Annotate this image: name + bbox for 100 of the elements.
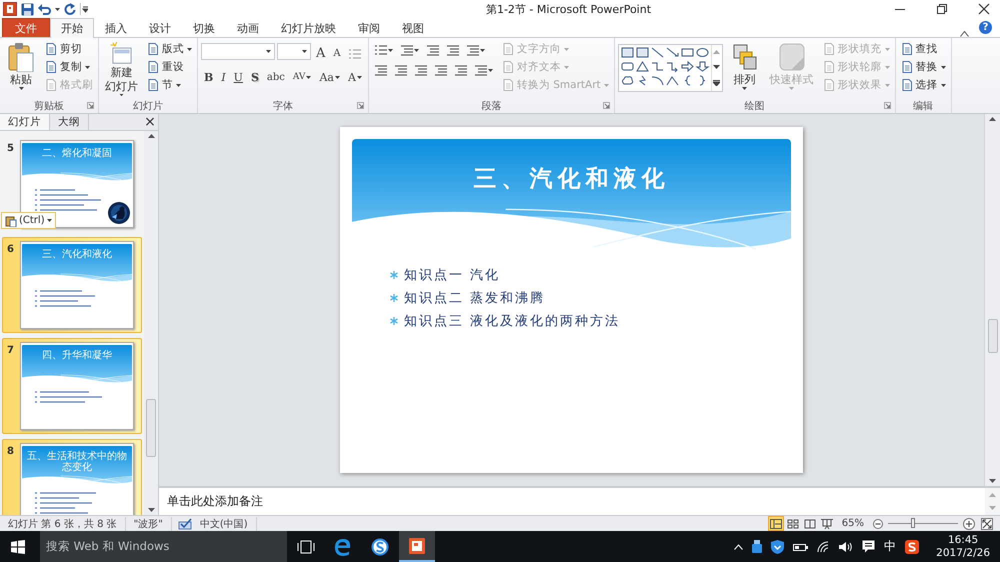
format-button[interactable]: Aa [316, 68, 343, 86]
slide-title: 三、汽化和液化 [42, 249, 112, 260]
input-method-indicator[interactable]: 中 [884, 538, 896, 555]
lines-icon [374, 44, 387, 56]
scroll-down-icon[interactable] [713, 64, 720, 69]
format-button[interactable]: B [201, 68, 216, 86]
asterisk-bullet-icon [390, 317, 398, 325]
ribbon-button[interactable]: 替换 [898, 59, 948, 75]
ribbon-button[interactable]: 剪切 [43, 41, 84, 57]
close-button[interactable]: × [142, 114, 158, 130]
format-button[interactable]: I [218, 68, 229, 86]
clock[interactable]: 16:45 2017/2/26 [936, 534, 990, 560]
caret-icon [55, 8, 60, 10]
bullet-text: 知识点二 蒸发和沸腾 [404, 290, 546, 307]
panel-tab[interactable]: 大纲 [50, 114, 89, 130]
ribbon-button[interactable]: 新建 幻灯片 [102, 41, 141, 97]
zoom-in-icon[interactable] [963, 518, 975, 530]
font-field[interactable] [201, 43, 275, 60]
slide-thumbnail-frame[interactable]: 6 三、汽化和液化 [2, 237, 142, 333]
battery-icon[interactable] [793, 542, 808, 552]
lines-icon [446, 44, 459, 56]
scroll-up-icon[interactable] [148, 134, 154, 138]
dialog-launcher-icon[interactable] [602, 102, 610, 109]
help-button[interactable]: ? [979, 21, 992, 34]
ribbon-button[interactable]: 排列 [726, 41, 763, 97]
usb-drive-icon[interactable] [752, 540, 762, 553]
redo-icon[interactable] [64, 3, 76, 15]
more-icon[interactable] [713, 80, 720, 86]
format-button[interactable]: A [330, 44, 344, 62]
document-icon [45, 79, 57, 91]
shield-icon[interactable] [771, 540, 784, 554]
ribbon-button[interactable]: 节 [145, 77, 183, 93]
undo-icon[interactable] [38, 3, 51, 15]
document-icon [822, 79, 835, 91]
windows-start-icon[interactable] [11, 540, 25, 554]
app-logo-icon[interactable] [3, 2, 17, 16]
bullet-text: 知识点三 液化及液化的两种方法 [404, 313, 620, 330]
ribbon-tab[interactable]: 插入 [94, 18, 138, 37]
document-icon [45, 43, 57, 55]
notification-icon[interactable] [862, 540, 876, 553]
restore-icon[interactable] [936, 3, 948, 15]
ribbon-button[interactable]: 复制 [43, 59, 92, 75]
font-field[interactable] [277, 43, 311, 60]
lines-icon [374, 64, 387, 76]
ribbon-tab[interactable]: 动画 [226, 18, 270, 37]
ribbon-tab[interactable]: 开始 [50, 18, 94, 38]
ribbon-tab[interactable]: 设计 [138, 18, 182, 37]
ribbon-tab[interactable]: 审阅 [347, 18, 391, 37]
scroll-up-icon[interactable] [989, 117, 996, 121]
lines-icon [414, 64, 427, 76]
scrollbar-thumb[interactable] [988, 319, 998, 353]
ribbon-tab[interactable]: 切换 [182, 18, 226, 37]
paste-options-button[interactable]: (Ctrl) [1, 212, 56, 229]
panel-tab[interactable]: 幻灯片 [0, 114, 50, 130]
close-icon[interactable] [978, 3, 990, 15]
search-field[interactable]: 搜索 Web 和 Windows [40, 531, 287, 562]
dialog-launcher-icon[interactable] [884, 102, 891, 109]
normal-view-icon [768, 516, 783, 530]
ribbon-button[interactable]: 版式 [145, 41, 194, 57]
scrollbar-thumb[interactable] [146, 399, 156, 457]
ribbon-button[interactable]: 选择 [898, 77, 948, 93]
customize-toolbar-icon[interactable] [80, 3, 88, 15]
format-button[interactable]: abc [264, 68, 288, 86]
view-button[interactable] [818, 516, 835, 531]
chevron-up-icon[interactable] [734, 544, 744, 550]
document-icon [502, 43, 514, 55]
slider-thumb[interactable] [911, 518, 916, 528]
document-icon [147, 43, 159, 55]
spelling-check-icon[interactable] [178, 518, 192, 530]
lines-icon [426, 44, 439, 56]
view-button[interactable] [768, 516, 784, 531]
slide-title: 五、生活和技术中的物态变化 [26, 451, 128, 473]
save-icon[interactable] [21, 2, 34, 16]
format-button[interactable]: AV [290, 68, 314, 86]
scroll-down-icon[interactable] [989, 479, 996, 483]
collapse-ribbon-icon[interactable] [960, 30, 969, 37]
file-tab[interactable]: 文件 [2, 18, 50, 37]
format-button[interactable]: S [248, 68, 262, 86]
dialog-launcher-icon[interactable] [356, 102, 364, 109]
volume-icon[interactable] [839, 540, 854, 552]
document-icon [900, 61, 913, 73]
format-button[interactable]: A [344, 68, 365, 86]
shapes-gallery[interactable] [618, 44, 723, 92]
scroll-down-icon[interactable] [148, 508, 154, 512]
ribbon-button[interactable]: 重设 [145, 59, 186, 75]
wifi-icon[interactable] [817, 540, 830, 552]
dialog-launcher-icon[interactable] [87, 102, 94, 109]
zoom-level[interactable]: 65% [836, 518, 870, 529]
format-button[interactable]: A [313, 44, 328, 62]
input-app-icon[interactable] [905, 540, 920, 554]
fit-to-window-icon[interactable] [981, 518, 993, 530]
zoom-out-icon[interactable] [873, 518, 883, 528]
ribbon-button[interactable]: 粘贴 [3, 41, 39, 97]
ribbon-tab[interactable]: 幻灯片放映 [270, 18, 347, 37]
format-button[interactable]: U [230, 68, 246, 86]
ribbon-button[interactable]: 查找 [898, 41, 940, 57]
slide-thumbnail-frame[interactable]: 8 五、生活和技术中的物态变化 [2, 439, 142, 515]
slide-thumbnail-frame[interactable]: 7 四、升华和凝华 [2, 338, 142, 434]
taskbar-button[interactable] [399, 531, 435, 562]
ribbon-tab[interactable]: 视图 [391, 18, 435, 37]
